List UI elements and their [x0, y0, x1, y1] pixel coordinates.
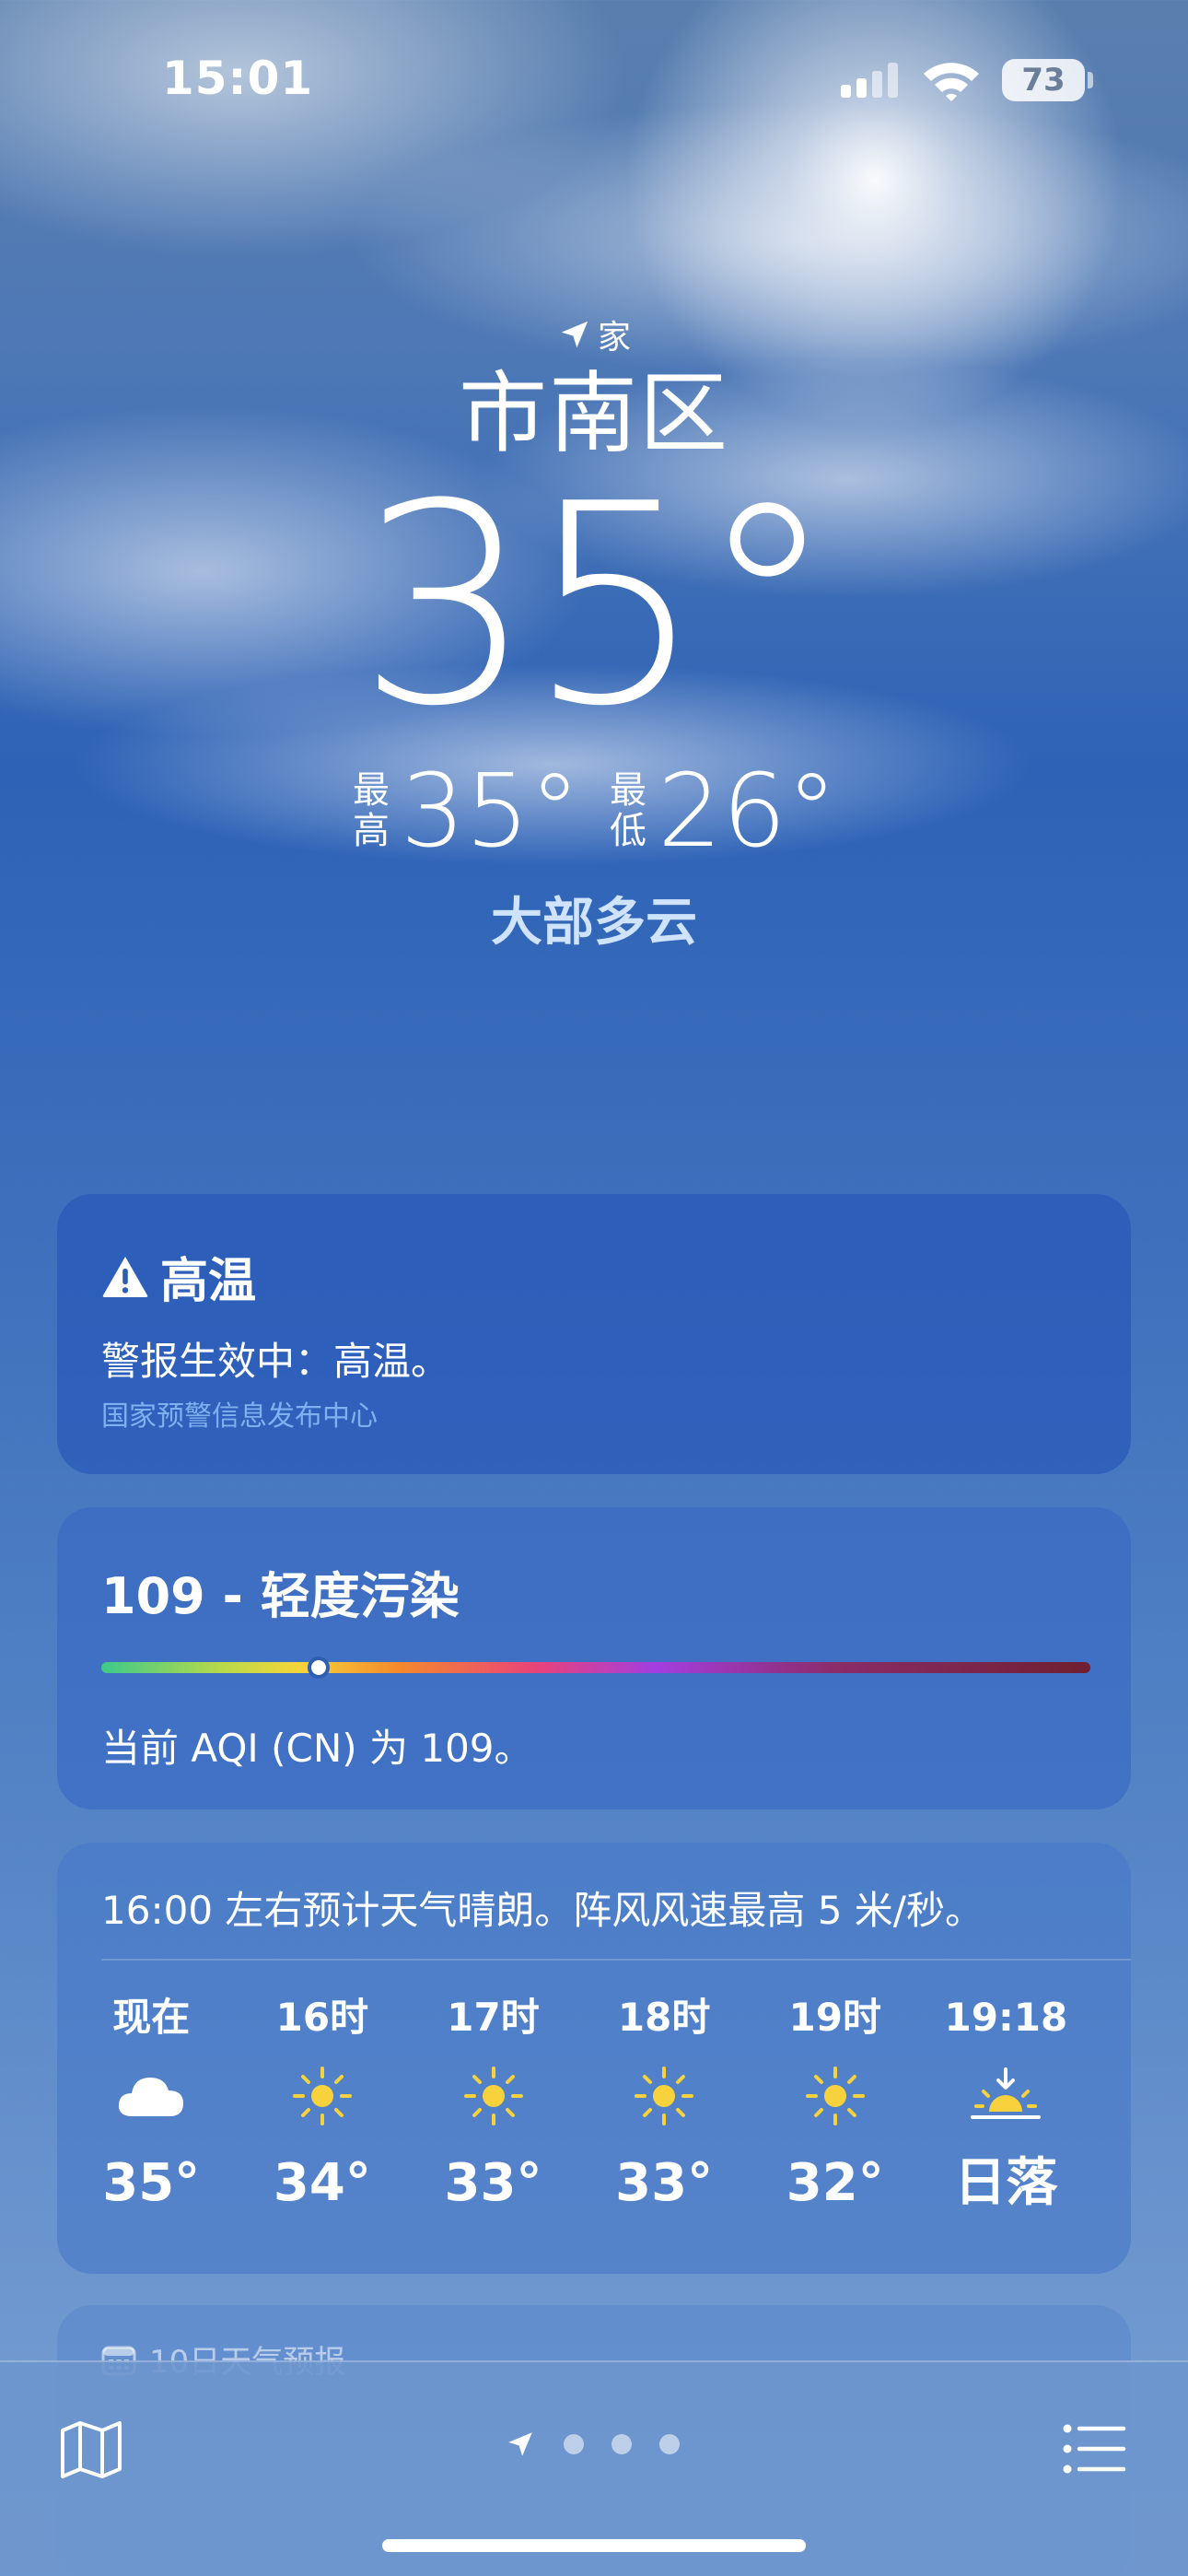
page-dot[interactable] — [564, 2434, 584, 2454]
home-indicator[interactable] — [382, 2539, 806, 2552]
sun-icon — [581, 2045, 747, 2147]
hourly-divider — [101, 1959, 1131, 1961]
hour-label: 现在 — [112, 1995, 191, 2040]
current-weather: 家 市南区 35° 最高 35° 最低 26° 大部多云 — [0, 313, 1188, 955]
hour-label: 19:18 — [944, 1995, 1068, 2040]
low-label: 最低 — [610, 769, 646, 852]
status-time: 15:01 — [162, 52, 314, 105]
high-temp: 35° — [401, 752, 580, 870]
list-icon[interactable] — [1063, 2423, 1127, 2475]
map-icon[interactable] — [59, 2419, 123, 2480]
hourly-list[interactable]: 现在 35° 16时 34° 17时 33° 18时 33° 19时 32° 1… — [57, 1990, 1131, 2257]
hour-label: 18时 — [617, 1995, 711, 2040]
status-bar: 15:01 73 — [0, 0, 1188, 157]
hour-temp: 34° — [273, 2153, 371, 2213]
hour-temp: 35° — [102, 2153, 201, 2213]
cellular-signal-icon — [841, 63, 898, 98]
hourly-summary: 16:00 左右预计天气晴朗。阵风风速最高 5 米/秒。 — [101, 1888, 984, 1933]
location-page-icon[interactable] — [505, 2429, 536, 2460]
hour-temp: 日落 — [954, 2153, 1058, 2213]
alert-source: 国家预警信息发布中心 — [101, 1400, 378, 1433]
sun-icon — [752, 2045, 918, 2147]
high-low: 最高 35° 最低 26° — [0, 755, 1188, 866]
hour-temp: 33° — [444, 2153, 542, 2213]
sunset-icon — [923, 2045, 1089, 2147]
alert-title: 高温 — [101, 1242, 256, 1311]
location-line: 家 — [0, 313, 1188, 357]
location-tag: 家 — [597, 319, 631, 357]
page-dot[interactable] — [659, 2434, 680, 2454]
cloud-icon — [68, 2045, 234, 2147]
hour-temp: 32° — [786, 2153, 884, 2213]
battery-nub — [1088, 72, 1093, 88]
current-temperature: 35° — [357, 445, 836, 767]
page-dot[interactable] — [611, 2434, 632, 2454]
location-arrow-icon — [561, 321, 588, 348]
wifi-icon — [924, 63, 979, 101]
alert-title-text: 高温 — [160, 1254, 257, 1309]
alert-card[interactable]: 高温 警报生效中：高温。 国家预警信息发布中心 — [57, 1194, 1131, 1474]
aqi-title: 109 - 轻度污染 — [101, 1567, 460, 1625]
hour-item: 19时 32° — [752, 1990, 918, 2220]
warning-icon — [102, 1256, 148, 1297]
aqi-scale-bar — [101, 1662, 1090, 1673]
hour-item: 17时 33° — [411, 1990, 577, 2220]
alert-text: 警报生效中：高温。 — [101, 1339, 450, 1384]
aqi-card[interactable]: 109 - 轻度污染 当前 AQI (CN) 为 109。 — [57, 1507, 1131, 1809]
hour-item: 16时 34° — [239, 1990, 405, 2220]
condition-text: 大部多云 — [491, 893, 697, 953]
sun-icon — [411, 2045, 577, 2147]
hour-label: 16时 — [275, 1995, 369, 2040]
low-temp: 26° — [658, 752, 837, 870]
high-label: 最高 — [353, 769, 390, 852]
hour-label: 19时 — [788, 1995, 881, 2040]
aqi-level-marker — [308, 1657, 331, 1679]
hour-item: 现在 35° — [68, 1990, 234, 2220]
hour-temp: 33° — [615, 2153, 714, 2213]
sun-icon — [239, 2045, 405, 2147]
aqi-text: 当前 AQI (CN) 为 109。 — [101, 1726, 533, 1771]
hour-label: 17时 — [447, 1995, 540, 2040]
hour-item: 19:18 日落 — [923, 1990, 1089, 2220]
hourly-forecast-card[interactable]: 16:00 左右预计天气晴朗。阵风风速最高 5 米/秒。 现在 35° 16时 — [57, 1843, 1131, 2274]
hour-item: 18时 33° — [581, 1990, 747, 2220]
page-indicator[interactable] — [505, 2429, 680, 2460]
battery-indicator: 73 — [1002, 59, 1085, 101]
